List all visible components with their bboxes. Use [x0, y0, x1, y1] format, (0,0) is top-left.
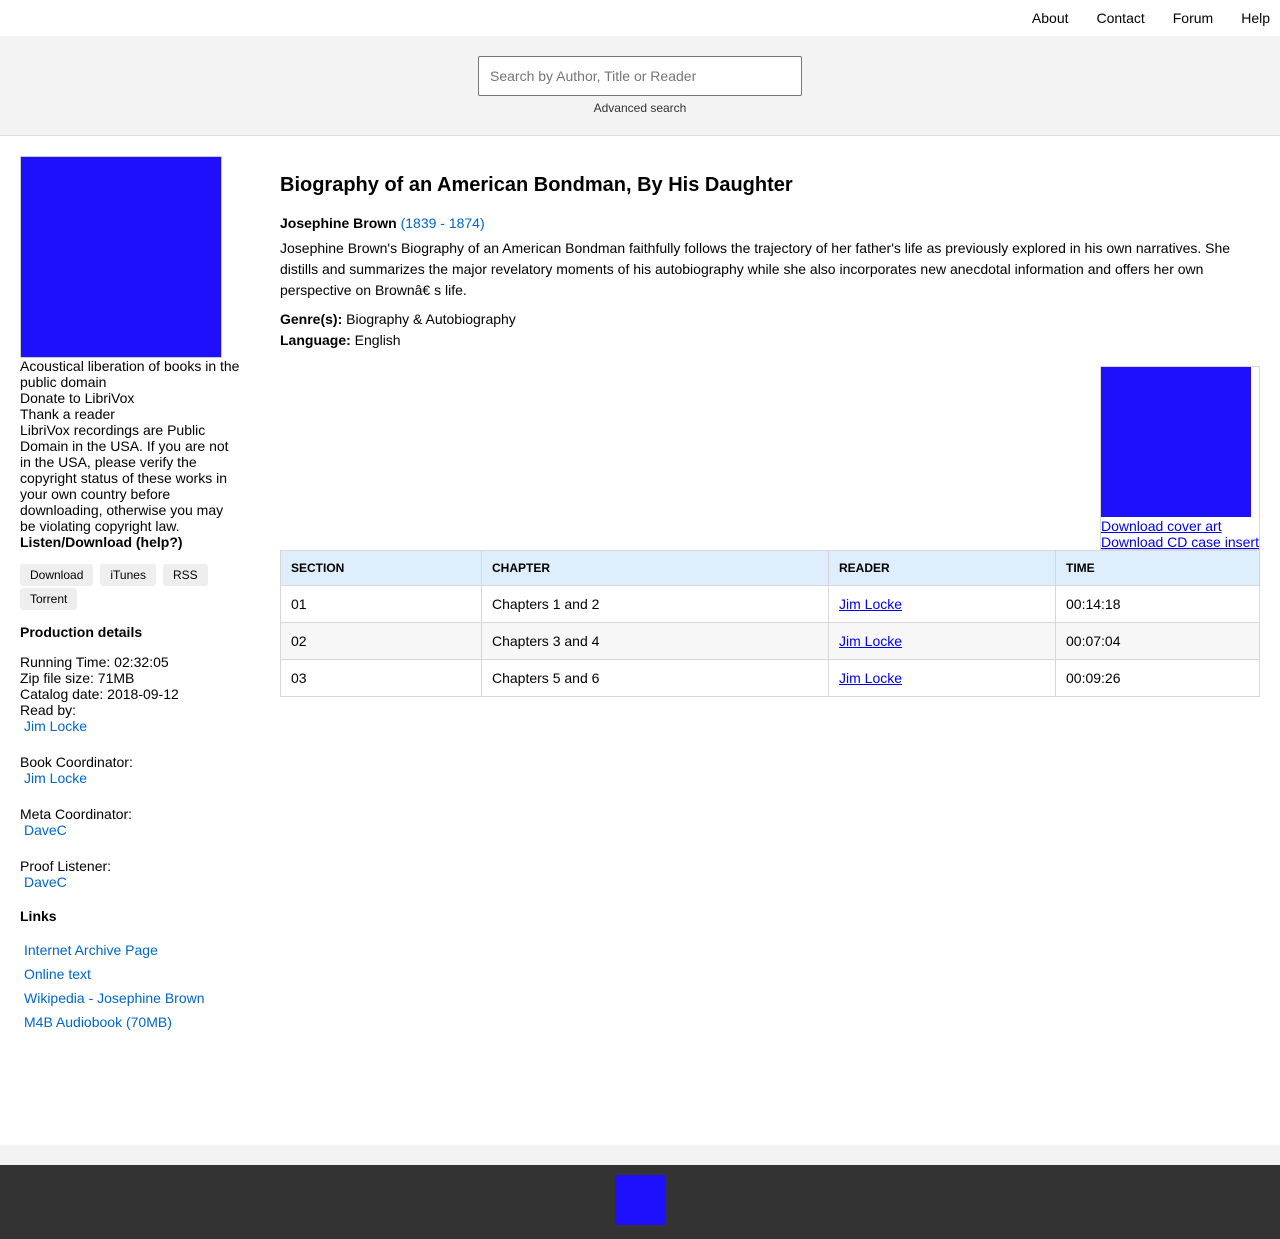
language-label: Language: — [280, 332, 351, 348]
zip-file-size: Zip file size: 71MB — [20, 670, 135, 686]
cover-art-box: Download cover art Download CD case inse… — [1100, 366, 1260, 550]
download-cd-insert-link[interactable]: Download CD case insert — [1101, 534, 1259, 550]
book-coordinator-link[interactable]: Jim Locke — [20, 770, 240, 786]
top-navigation: About Contact Forum Help — [0, 0, 1280, 36]
reader-cell: Jim Locke — [828, 659, 1056, 697]
col-section: SECTION — [280, 550, 482, 586]
table-header-row: SECTION CHAPTER READER TIME — [280, 550, 1260, 586]
proof-listener-label: Proof Listener: — [20, 858, 112, 874]
col-time: TIME — [1055, 550, 1260, 586]
running-time: Running Time: 02:32:05 — [20, 654, 169, 670]
m4b-audiobook-link[interactable]: M4B Audiobook (70MB) — [20, 1014, 240, 1038]
author-line: Josephine Brown (1839 - 1874) — [280, 214, 1260, 232]
footer-logo[interactable] — [615, 1175, 665, 1225]
book-coordinator-label: Book Coordinator: — [20, 754, 133, 770]
copyright-notice: LibriVox recordings are Public Domain in… — [20, 422, 229, 534]
section-cell: 03 — [280, 659, 482, 697]
reader-cell: Jim Locke — [828, 585, 1056, 623]
genre-value: Biography & Autobiography — [346, 311, 516, 327]
itunes-button[interactable]: iTunes — [100, 564, 156, 586]
chapter-cell: Chapters 3 and 4 — [481, 622, 829, 660]
online-text-link[interactable]: Online text — [20, 966, 240, 990]
reader-cell: Jim Locke — [828, 622, 1056, 660]
nav-forum-link[interactable]: Forum — [1173, 10, 1213, 26]
genre-row: Genre(s): Biography & Autobiography — [280, 309, 1260, 330]
download-button[interactable]: Download — [20, 564, 94, 586]
book-title: Biography of an American Bondman, By His… — [280, 174, 793, 196]
nav-about-link[interactable]: About — [1032, 10, 1069, 26]
table-row: 03 Chapters 5 and 6 Jim Locke 00:09:26 — [280, 659, 1260, 697]
chapters-table: SECTION CHAPTER READER TIME 01 Chapters … — [280, 550, 1260, 697]
time-cell: 00:14:18 — [1055, 585, 1260, 623]
table-row: 01 Chapters 1 and 2 Jim Locke 00:14:18 — [280, 585, 1260, 623]
meta-coordinator-label: Meta Coordinator: — [20, 806, 133, 822]
download-cover-art-link[interactable]: Download cover art — [1101, 518, 1222, 534]
reader-link[interactable]: Jim Locke — [20, 718, 240, 734]
links-list: Internet Archive Page Online text Wikipe… — [20, 942, 240, 1038]
sidebar: Acoustical liberation of books in the pu… — [20, 156, 240, 1038]
proof-listener-link[interactable]: DaveC — [20, 874, 240, 890]
language-value: English — [354, 332, 401, 348]
internet-archive-link[interactable]: Internet Archive Page — [20, 942, 240, 966]
footer — [0, 1165, 1280, 1239]
nav-help-link[interactable]: Help — [1241, 10, 1270, 26]
production-details-heading: Production details — [20, 624, 143, 640]
advanced-search-link[interactable]: Advanced search — [0, 101, 1280, 115]
reader-link[interactable]: Jim Locke — [839, 596, 902, 612]
main-content: Biography of an American Bondman, By His… — [280, 170, 1260, 697]
footer-spacer — [0, 1145, 1280, 1165]
genre-label: Genre(s): — [280, 311, 343, 327]
time-cell: 00:07:04 — [1055, 622, 1260, 660]
search-bar: Advanced search — [0, 36, 1280, 136]
nav-links: About Contact Forum Help — [1004, 10, 1270, 26]
author-dates[interactable]: (1839 - 1874) — [401, 215, 485, 231]
nav-contact-link[interactable]: Contact — [1097, 10, 1145, 26]
chapter-cell: Chapters 5 and 6 — [481, 659, 829, 697]
reader-link[interactable]: Jim Locke — [839, 633, 902, 649]
cover-art-image[interactable] — [1101, 367, 1251, 517]
book-description: Josephine Brown's Biography of an Americ… — [280, 240, 1231, 298]
rss-button[interactable]: RSS — [162, 564, 208, 586]
thank-reader-link[interactable]: Thank a reader — [20, 406, 240, 422]
col-chapter: CHAPTER — [481, 550, 829, 586]
read-by-label: Read by: — [20, 702, 77, 718]
col-reader: READER — [828, 550, 1056, 586]
links-heading: Links — [20, 908, 57, 924]
book-meta: Genre(s): Biography & Autobiography Lang… — [280, 309, 1260, 351]
time-cell: 00:09:26 — [1055, 659, 1260, 697]
wikipedia-link[interactable]: Wikipedia - Josephine Brown — [20, 990, 240, 1014]
torrent-button[interactable]: Torrent — [20, 588, 78, 610]
tagline: Acoustical liberation of books in the pu… — [20, 358, 240, 390]
section-cell: 01 — [280, 585, 482, 623]
librivox-logo[interactable] — [20, 156, 222, 358]
donate-link[interactable]: Donate to LibriVox — [20, 390, 240, 406]
table-row: 02 Chapters 3 and 4 Jim Locke 00:07:04 — [280, 622, 1260, 660]
chapter-cell: Chapters 1 and 2 — [481, 585, 829, 623]
reader-link[interactable]: Jim Locke — [839, 670, 902, 686]
section-cell: 02 — [280, 622, 482, 660]
meta-coordinator-link[interactable]: DaveC — [20, 822, 240, 838]
catalog-date: Catalog date: 2018-09-12 — [20, 686, 179, 702]
language-row: Language: English — [280, 330, 1260, 351]
search-input[interactable] — [478, 56, 802, 96]
download-buttons: Download iTunes RSS Torrent — [20, 564, 240, 612]
author-name[interactable]: Josephine Brown — [280, 215, 397, 231]
production-details: Running Time: 02:32:05 Zip file size: 71… — [20, 654, 240, 890]
listen-download-heading: Listen/Download (help?) — [20, 534, 183, 550]
